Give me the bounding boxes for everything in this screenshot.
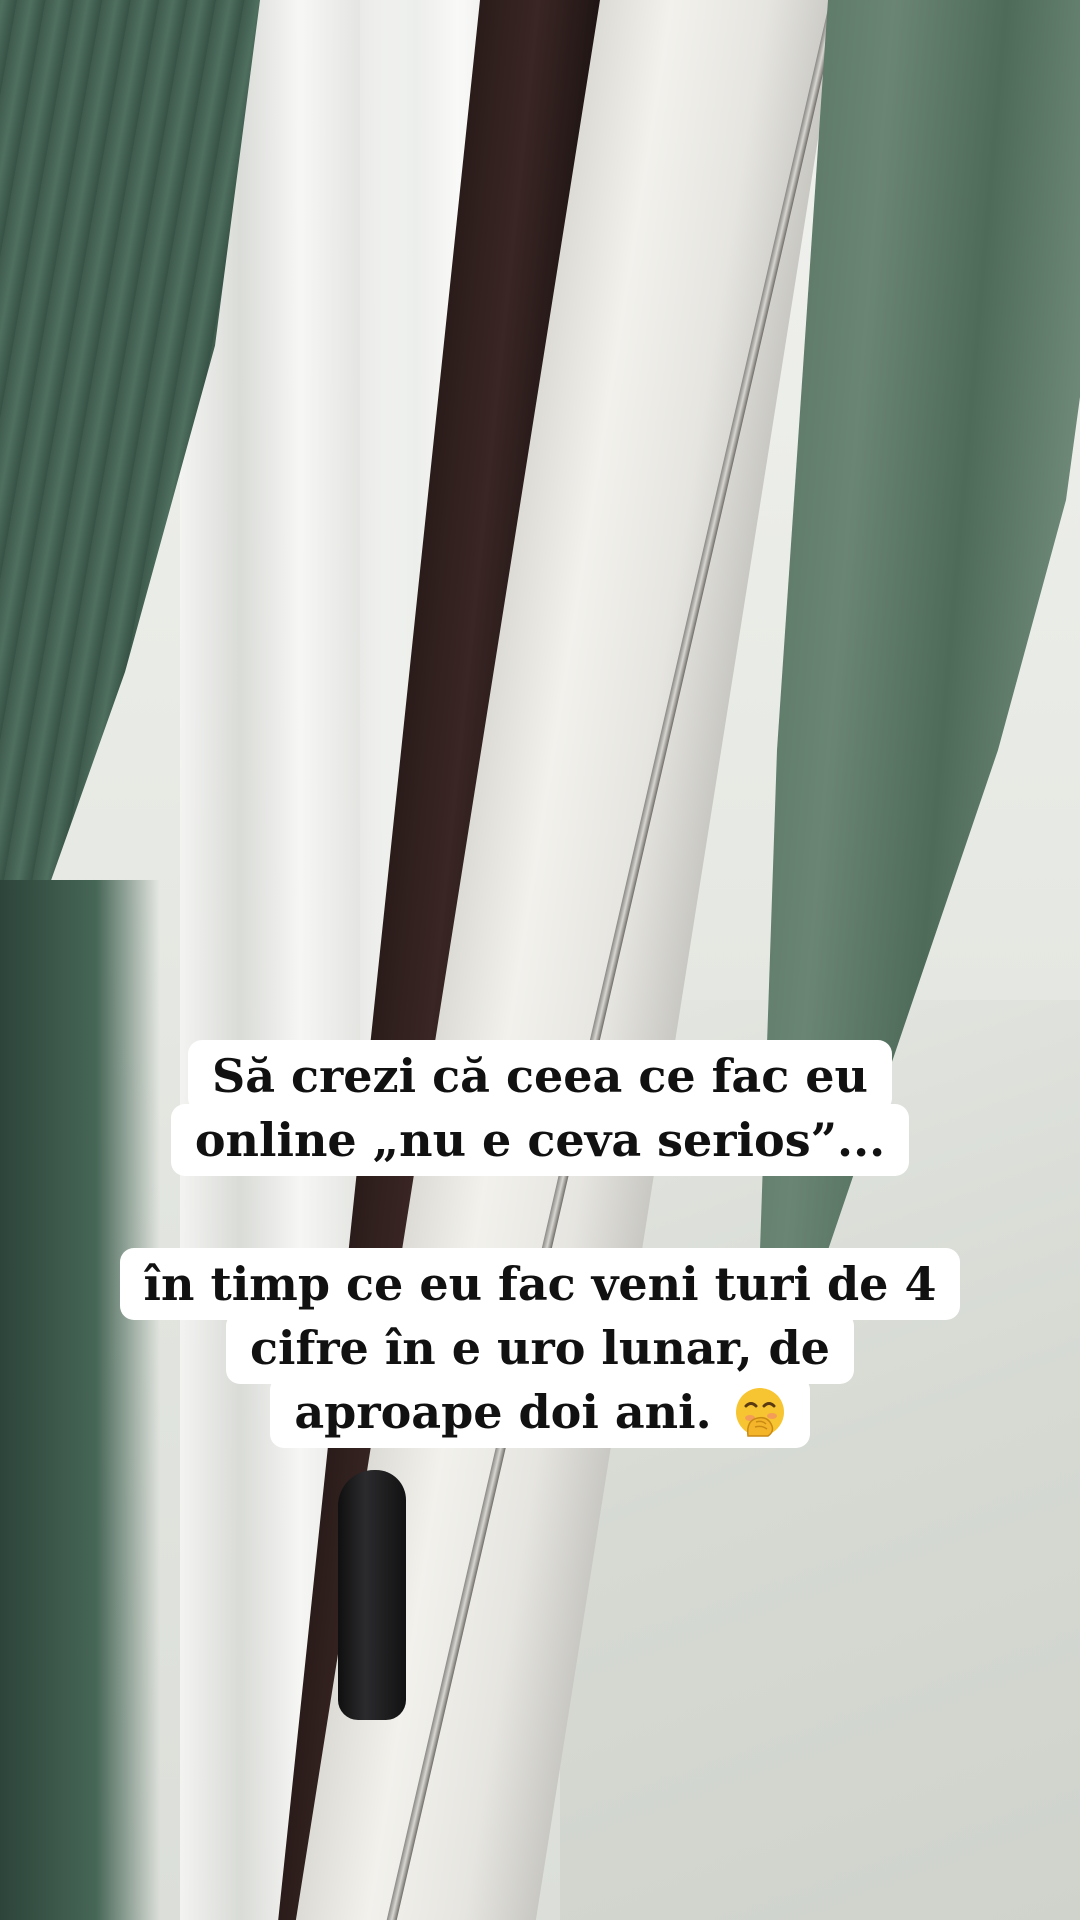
caption-top: Să crezi că ceea ce fac eu online „nu e … — [0, 1040, 1080, 1176]
caption-line-last: aproape doi ani. — [270, 1376, 810, 1448]
face-with-hand-over-mouth-icon — [735, 1388, 784, 1437]
caption-text: aproape doi ani. — [294, 1385, 712, 1439]
door-handle — [338, 1470, 406, 1720]
background-photo — [0, 0, 1080, 1920]
caption-line: cifre în e uro lunar, de — [226, 1312, 854, 1384]
caption-line: Să crezi că ceea ce fac eu — [188, 1040, 892, 1112]
caption-line: online „nu e ceva serios”... — [170, 1104, 910, 1176]
caption-line: în timp ce eu fac veni turi de 4 — [119, 1248, 961, 1320]
caption-bottom: în timp ce eu fac veni turi de 4 cifre î… — [0, 1248, 1080, 1448]
